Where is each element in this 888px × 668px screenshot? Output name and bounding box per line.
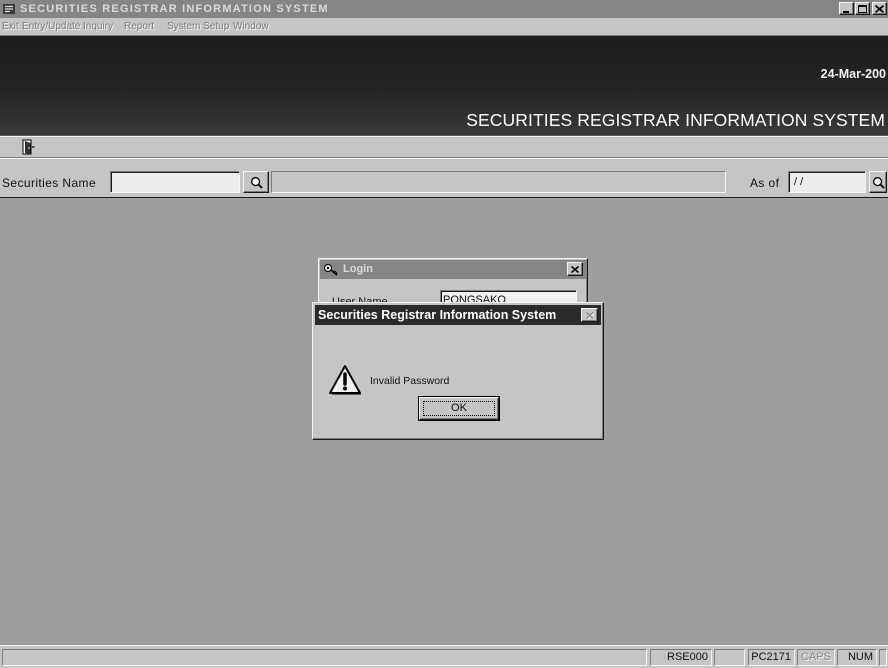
ok-button[interactable]: OK (418, 396, 500, 421)
toolbar (0, 136, 888, 158)
minimize-icon (843, 10, 849, 13)
securities-name-label: Securities Name (2, 176, 97, 190)
status-panel-blank (714, 649, 745, 666)
menu-system-setup[interactable]: System Setup (167, 21, 229, 33)
menu-entry-update[interactable]: Entry/Update (22, 21, 80, 33)
exit-door-icon (22, 139, 35, 155)
as-of-label: As of (750, 176, 780, 190)
key-icon (324, 264, 338, 276)
as-of-date-input[interactable] (788, 171, 866, 193)
message-box-title-bar[interactable]: Securities Registrar Information System (315, 305, 601, 325)
menu-bar: Exit Entry/Update Inquiry Report System … (0, 18, 888, 36)
lookup-icon (250, 176, 263, 189)
app-icon[interactable] (2, 2, 16, 16)
menu-inquiry[interactable]: Inquiry (83, 21, 113, 33)
message-box-close-button[interactable] (581, 308, 598, 322)
status-panel-caps: CAPS (797, 649, 835, 666)
maximize-button[interactable] (855, 2, 870, 15)
ok-label: OK (451, 402, 467, 414)
status-panel-user: RSE000 (650, 649, 712, 666)
menu-window[interactable]: Window (233, 21, 269, 33)
minimize-button[interactable] (839, 2, 854, 15)
menu-exit[interactable]: Exit (2, 21, 19, 33)
status-panel-num: NUM (837, 649, 877, 666)
error-message-box[interactable]: Securities Registrar Information System … (312, 302, 604, 440)
login-close-button[interactable] (567, 262, 583, 276)
status-panel-message (2, 649, 647, 666)
close-icon (585, 311, 594, 319)
warning-icon (329, 365, 361, 395)
message-box-title: Securities Registrar Information System (318, 308, 557, 322)
maximize-icon (858, 4, 867, 13)
status-panel-extra (879, 649, 887, 666)
securities-description-field (271, 171, 726, 193)
app-title: SECURITIES REGISTRAR INFORMATION SYSTEM (20, 3, 329, 15)
header-banner: 24-Mar-200 SECURITIES REGISTRAR INFORMAT… (0, 36, 888, 136)
message-text: Invalid Password (370, 375, 450, 387)
ok-button-face[interactable]: OK (419, 397, 499, 420)
status-bar: RSE000 PC2171 CAPS NUM (0, 645, 888, 668)
securities-lookup-button[interactable] (243, 171, 269, 193)
banner-date: 24-Mar-200 (820, 67, 886, 81)
status-panel-workstation: PC2171 (748, 649, 795, 666)
securities-search-bar: Securities Name As of (0, 158, 888, 198)
exit-button[interactable] (17, 138, 39, 156)
close-button[interactable] (872, 2, 887, 15)
login-title-bar[interactable]: Login (320, 260, 586, 279)
date-lookup-button[interactable] (869, 171, 887, 193)
securities-name-input[interactable] (110, 171, 240, 193)
banner-title: SECURITIES REGISTRAR INFORMATION SYSTEM (466, 110, 885, 130)
menu-report[interactable]: Report (124, 21, 154, 33)
close-icon (875, 4, 884, 13)
app-title-bar[interactable]: SECURITIES REGISTRAR INFORMATION SYSTEM (0, 0, 888, 18)
lookup-icon (872, 176, 885, 189)
close-icon (571, 265, 579, 273)
login-title: Login (343, 263, 373, 275)
